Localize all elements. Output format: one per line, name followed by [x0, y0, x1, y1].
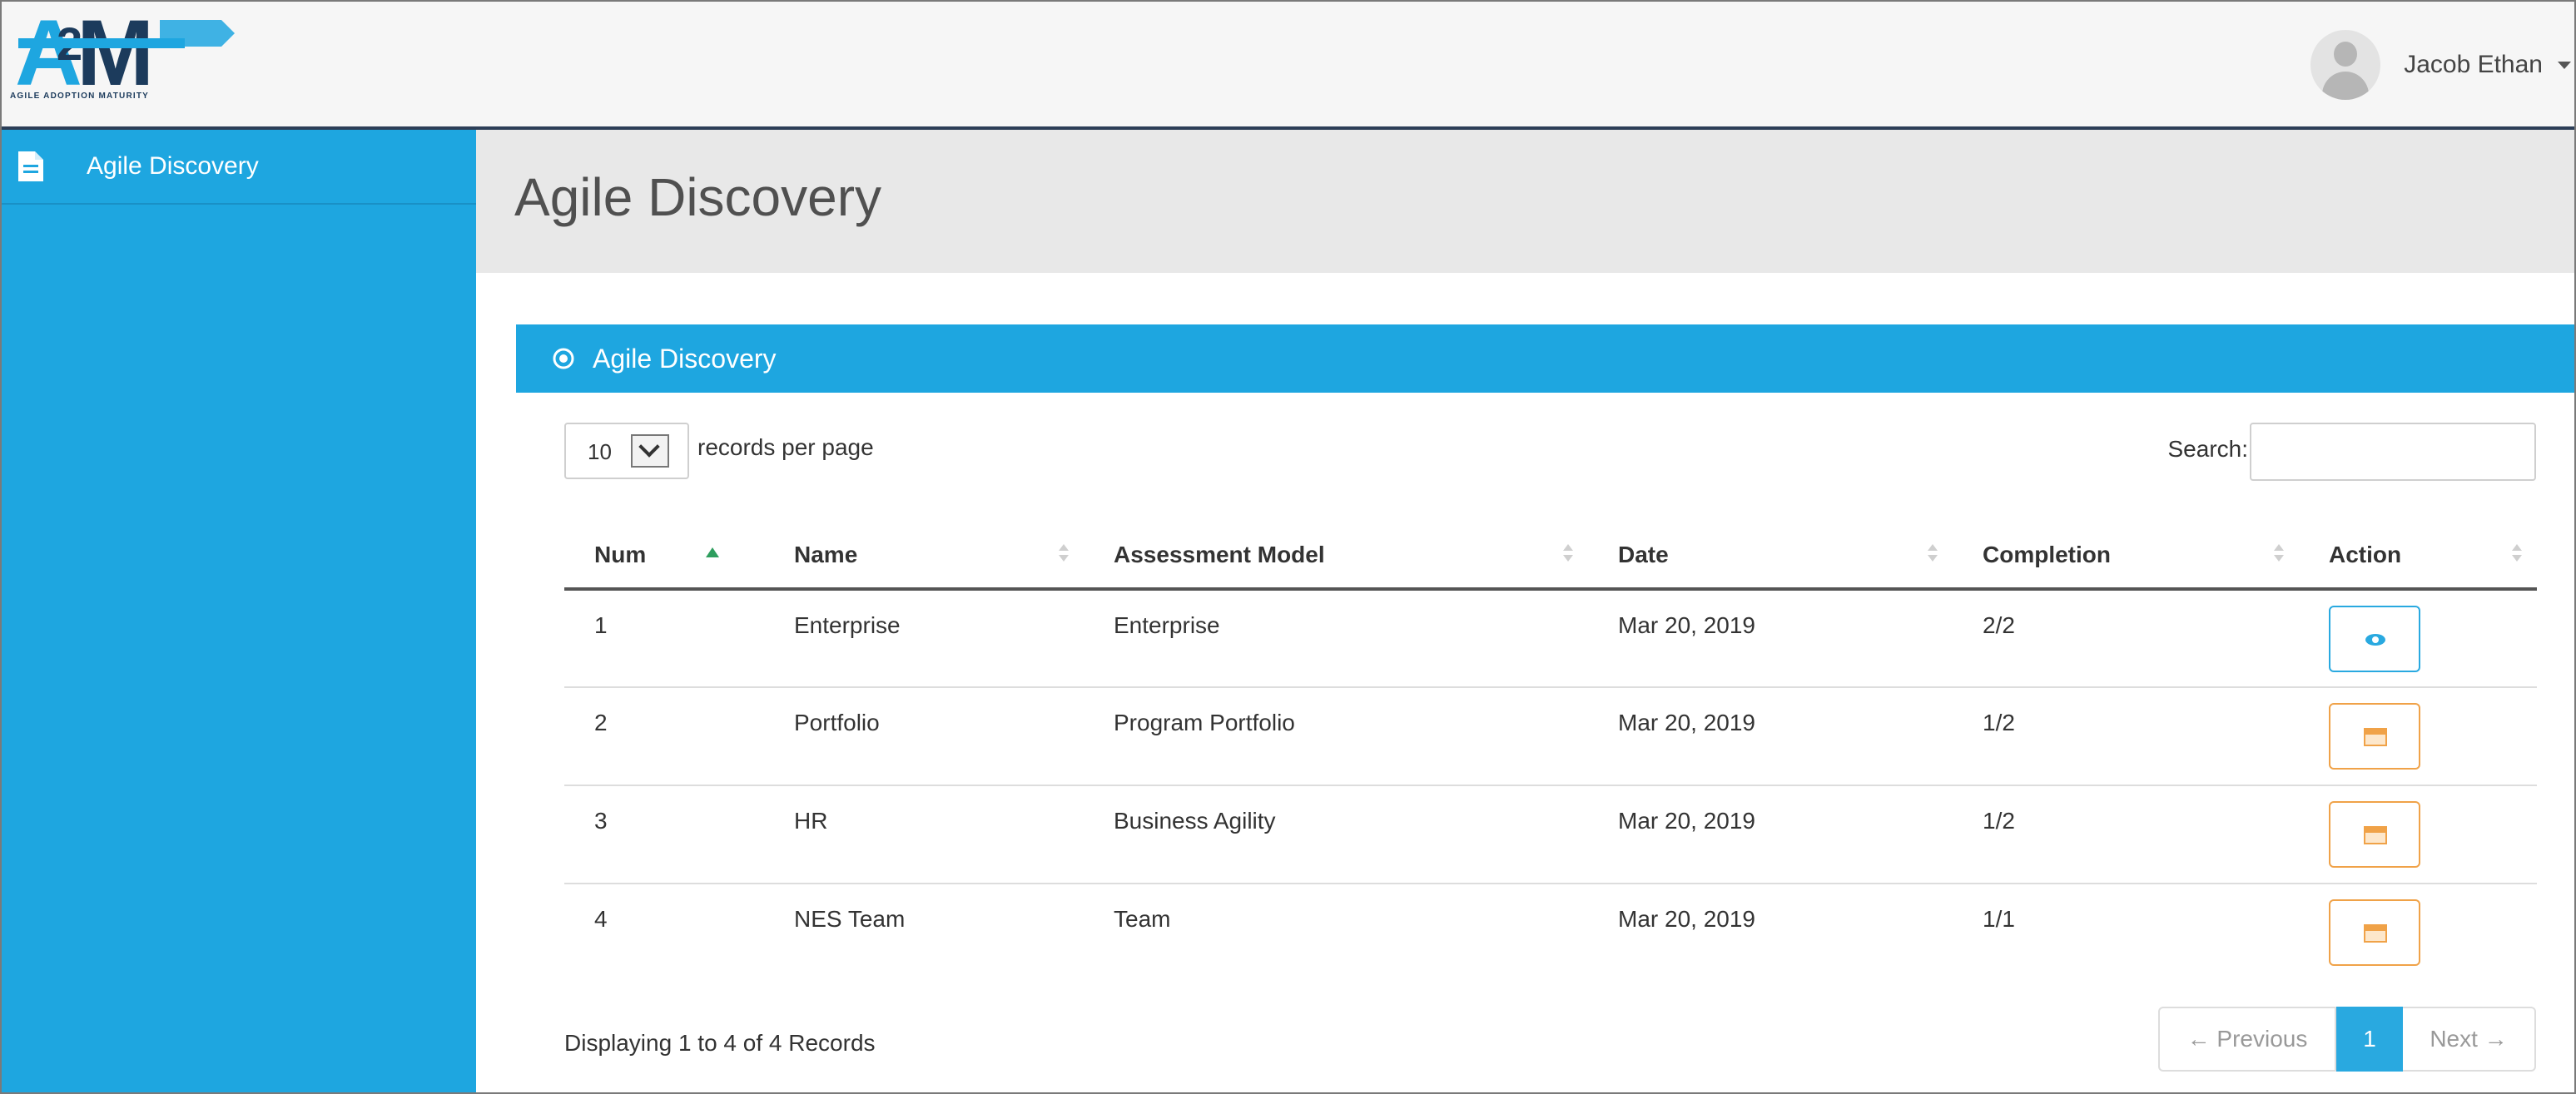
- discovery-panel: Agile Discovery 10 records per page Sear…: [516, 324, 2576, 1094]
- continue-button[interactable]: [2329, 703, 2420, 770]
- document-icon: [18, 151, 43, 181]
- view-button[interactable]: [2329, 606, 2420, 672]
- cell-num: 2: [564, 687, 764, 786]
- chevron-down-icon[interactable]: [631, 434, 669, 468]
- cell-completion: 1/2: [1953, 687, 2299, 786]
- cell-num: 1: [564, 589, 764, 688]
- column-header-name[interactable]: Name: [764, 522, 1084, 591]
- cell-date: Mar 20, 2019: [1588, 785, 1953, 884]
- column-header-assessment-model[interactable]: Assessment Model: [1084, 522, 1588, 591]
- cell-date: Mar 20, 2019: [1588, 687, 1953, 786]
- previous-page-button[interactable]: ← Previous: [2158, 1007, 2336, 1072]
- eye-icon: [2365, 634, 2385, 646]
- user-avatar-icon[interactable]: [2310, 30, 2381, 100]
- column-header-date[interactable]: Date: [1588, 522, 1953, 591]
- pagination: ← Previous 1 Next →: [2158, 1007, 2536, 1072]
- cell-assessment-model: Team: [1114, 906, 1171, 932]
- cell-assessment-model: Enterprise: [1084, 589, 1588, 688]
- sort-icon: [1563, 544, 1573, 566]
- user-name[interactable]: Jacob Ethan: [2404, 51, 2543, 79]
- calendar-icon: [2364, 728, 2387, 746]
- cell-completion: 2/2: [1953, 589, 2299, 688]
- table-row: 3 HR Business Agility Mar 20, 2019 1/2: [564, 785, 2537, 884]
- cell-completion: 1/1: [1983, 906, 2015, 932]
- sidebar-item-label: Agile Discovery: [87, 152, 259, 180]
- cell-completion: 1/2: [1953, 785, 2299, 884]
- table-row: 1 Enterprise Enterprise Mar 20, 2019 2/2: [564, 589, 2537, 688]
- sort-icon: [1059, 544, 1069, 566]
- sidebar-item-agile-discovery[interactable]: Agile Discovery: [0, 130, 476, 205]
- continue-button[interactable]: [2329, 899, 2420, 966]
- sort-icon: [1928, 544, 1938, 566]
- panel-title: Agile Discovery: [593, 343, 777, 374]
- records-per-page-label: records per page: [697, 434, 874, 460]
- records-per-page-select[interactable]: 10: [564, 423, 689, 479]
- calendar-icon: [2364, 924, 2387, 943]
- search-label: Search:: [2167, 436, 2249, 462]
- cell-date: Mar 20, 2019: [1618, 906, 1755, 932]
- cell-name: Enterprise: [764, 589, 1084, 688]
- cell-assessment-model: Program Portfolio: [1084, 687, 1588, 786]
- cell-action: [2299, 785, 2537, 884]
- cell-action: [2299, 884, 2537, 982]
- page-title: Agile Discovery: [514, 167, 882, 227]
- continue-button[interactable]: [2329, 801, 2420, 868]
- cell-action: [2299, 687, 2537, 786]
- records-info: Displaying 1 to 4 of 4 Records: [564, 1030, 876, 1056]
- table-row: 2 Portfolio Program Portfolio Mar 20, 20…: [564, 687, 2537, 786]
- table-header-row: Num Name Assessment Model Date Completio…: [564, 522, 2537, 591]
- calendar-icon: [2364, 826, 2387, 844]
- logo-tagline: AGILE ADOPTION MATURITY: [10, 92, 150, 101]
- top-bar: A M 2 AGILE ADOPTION MATURITY Jacob Etha…: [0, 0, 2576, 130]
- cell-num: 3: [564, 785, 764, 884]
- user-menu[interactable]: Jacob Ethan: [2310, 30, 2571, 100]
- cell-name: HR: [764, 785, 1084, 884]
- column-header-action[interactable]: Action: [2299, 522, 2537, 591]
- page-header: Agile Discovery: [476, 130, 2576, 273]
- table-controls: 10 records per page Search:: [564, 423, 2536, 481]
- sort-icon: [2274, 544, 2284, 566]
- next-page-button[interactable]: Next →: [2403, 1007, 2536, 1072]
- records-per-page-value: 10: [588, 439, 612, 464]
- sort-ascending-icon: [706, 547, 719, 557]
- cell-name: Portfolio: [764, 687, 1084, 786]
- caret-down-icon[interactable]: [2558, 61, 2571, 69]
- sidebar: Agile Discovery: [0, 130, 476, 1094]
- column-header-completion[interactable]: Completion: [1953, 522, 2299, 591]
- cell-num: 4: [594, 906, 608, 932]
- page-1-button[interactable]: 1: [2336, 1007, 2403, 1072]
- cell-date: Mar 20, 2019: [1588, 589, 1953, 688]
- records-table: Num Name Assessment Model Date Completio…: [564, 522, 2537, 982]
- search-input[interactable]: [2250, 423, 2536, 481]
- panel-header: Agile Discovery: [516, 324, 2576, 393]
- table-row: 4 NES Team Team Mar 20, 2019 1/1: [564, 884, 2537, 982]
- target-icon: [553, 348, 574, 369]
- column-header-num[interactable]: Num: [564, 522, 764, 591]
- cell-name: NES Team: [794, 906, 906, 932]
- cell-assessment-model: Business Agility: [1084, 785, 1588, 884]
- cell-action: [2299, 589, 2537, 688]
- sort-icon: [2512, 544, 2522, 566]
